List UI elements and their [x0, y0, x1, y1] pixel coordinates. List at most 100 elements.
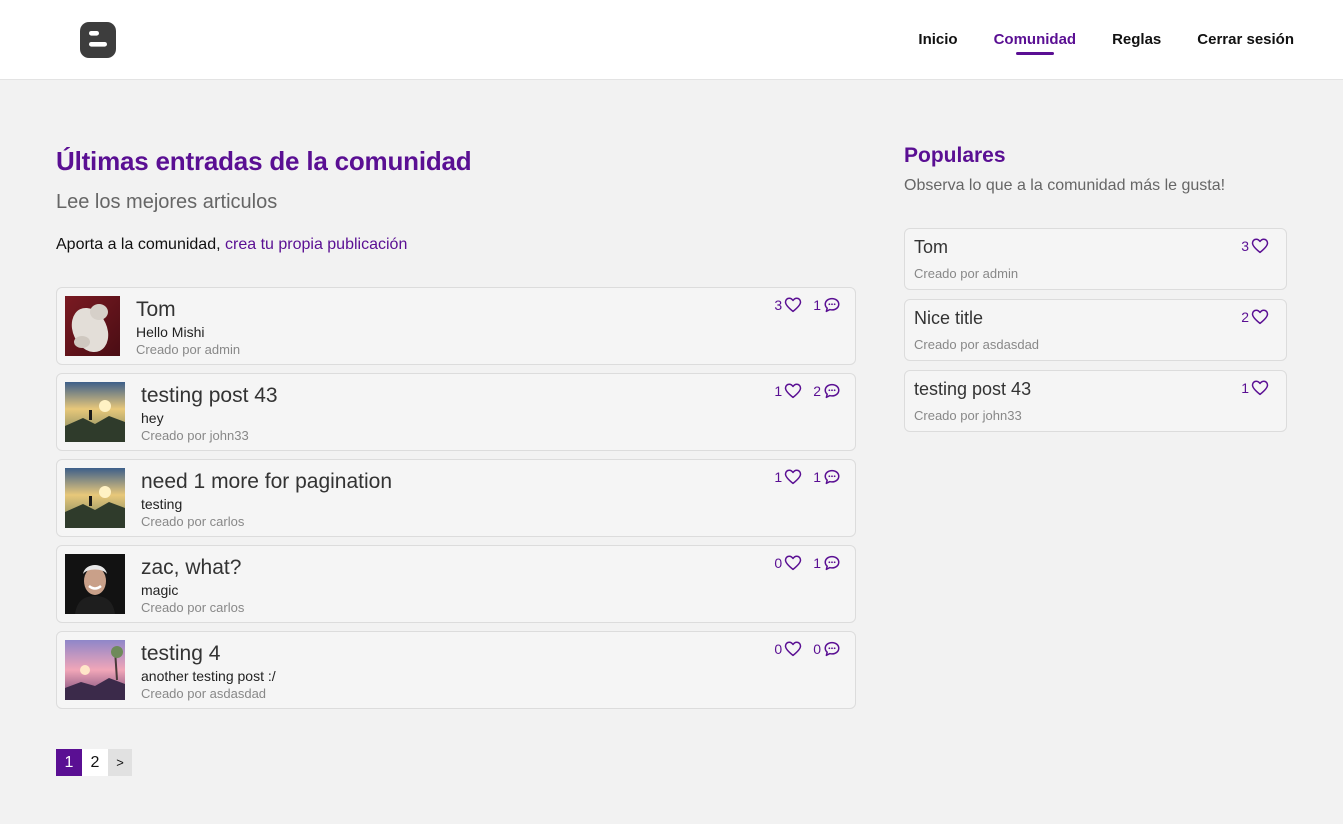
comments-stat[interactable]: 1: [813, 554, 841, 572]
popular-sidebar: Populares Observa lo que a la comunidad …: [904, 144, 1287, 441]
heart-icon: [784, 554, 802, 572]
post-thumbnail: [65, 382, 125, 442]
likes-count: 3: [774, 297, 783, 313]
likes-stat[interactable]: 0: [774, 554, 802, 572]
post-description: magic: [141, 582, 179, 598]
comments-count: 1: [813, 469, 821, 485]
popular-item-author: Creado por admin: [914, 266, 1019, 281]
post-card[interactable]: testing post 43 hey Creado por john33 1 …: [56, 373, 856, 451]
create-post-link[interactable]: crea tu propia publicación: [225, 236, 407, 253]
popular-likes[interactable]: 1: [1241, 379, 1269, 397]
comment-icon: [823, 468, 841, 486]
sidebar-subtitle: Observa lo que a la comunidad más le gus…: [904, 177, 1226, 194]
popular-item[interactable]: Tom Creado por admin 3: [904, 228, 1287, 290]
post-list: Tom Hello Mishi Creado por admin 3 1 tes…: [56, 287, 856, 709]
heart-icon: [784, 296, 802, 314]
post-content: zac, what? magic Creado por carlos: [141, 556, 244, 615]
likes-stat[interactable]: 0: [774, 640, 802, 658]
likes-count: 1: [774, 383, 783, 399]
likes-stat[interactable]: 1: [774, 382, 802, 400]
heart-icon: [784, 468, 802, 486]
nav-item-reglas[interactable]: Reglas: [1112, 31, 1161, 48]
post-title[interactable]: zac, what?: [141, 556, 244, 580]
comment-icon: [823, 554, 841, 572]
page-button-1[interactable]: 1: [56, 749, 82, 776]
contribute-text: Aporta a la comunidad,: [56, 236, 221, 253]
likes-count: 0: [774, 641, 783, 657]
comments-stat[interactable]: 2: [813, 382, 841, 400]
likes-count: 3: [1241, 238, 1249, 254]
post-title[interactable]: testing 4: [141, 642, 276, 666]
post-stats: 0 1: [774, 554, 841, 572]
post-content: testing 4 another testing post :/ Creado…: [141, 642, 276, 701]
post-author: Creado por asdasdad: [141, 686, 267, 701]
comments-count: 1: [813, 555, 821, 571]
likes-stat[interactable]: 3: [774, 296, 802, 314]
likes-stat[interactable]: 1: [774, 468, 802, 486]
post-card[interactable]: need 1 more for pagination testing Cread…: [56, 459, 856, 537]
comments-count: 0: [813, 641, 821, 657]
likes-count: 0: [774, 555, 783, 571]
post-title[interactable]: testing post 43: [141, 384, 278, 408]
heart-icon: [1251, 379, 1269, 397]
likes-count: 1: [1241, 380, 1249, 396]
next-page-button[interactable]: >: [108, 749, 132, 776]
comment-icon: [823, 296, 841, 314]
post-stats: 3 1: [774, 296, 841, 314]
post-description: hey: [141, 410, 164, 426]
post-card[interactable]: Tom Hello Mishi Creado por admin 3 1: [56, 287, 856, 365]
popular-likes[interactable]: 3: [1241, 237, 1269, 255]
post-content: testing post 43 hey Creado por john33: [141, 384, 278, 443]
likes-count: 1: [774, 469, 783, 485]
comment-icon: [823, 382, 841, 400]
post-thumbnail: [65, 554, 125, 614]
heart-icon: [1251, 308, 1269, 326]
popular-item[interactable]: Nice title Creado por asdasdad 2: [904, 299, 1287, 361]
post-stats: 0 0: [774, 640, 841, 658]
page-subtitle: Lee los mejores articulos: [56, 191, 278, 213]
popular-item-author: Creado por john33: [914, 408, 1022, 423]
popular-item-title[interactable]: Tom: [914, 237, 948, 258]
popular-list: Tom Creado por admin 3 Nice title Creado…: [904, 228, 1287, 432]
page-button-2[interactable]: 2: [82, 749, 108, 776]
nav-item-inicio[interactable]: Inicio: [918, 31, 957, 48]
post-title[interactable]: Tom: [136, 298, 240, 322]
nav-item-cerrar-sesion[interactable]: Cerrar sesión: [1197, 31, 1294, 48]
page-title: Últimas entradas de la comunidad: [56, 146, 472, 176]
post-card[interactable]: testing 4 another testing post :/ Creado…: [56, 631, 856, 709]
post-author: Creado por carlos: [141, 600, 245, 615]
contribute-line: Aporta a la comunidad, crea tu propia pu…: [56, 236, 856, 254]
latest-posts-section: Últimas entradas de la comunidad Lee los…: [56, 146, 856, 717]
popular-item-title[interactable]: Nice title: [914, 308, 983, 329]
post-thumbnail: [65, 468, 125, 528]
sidebar-title: Populares: [904, 144, 1006, 167]
post-content: Tom Hello Mishi Creado por admin: [136, 298, 240, 357]
comments-stat[interactable]: 0: [813, 640, 841, 658]
post-stats: 1 2: [774, 382, 841, 400]
heart-icon: [784, 382, 802, 400]
popular-item-title[interactable]: testing post 43: [914, 379, 1031, 400]
nav-item-comunidad[interactable]: Comunidad: [994, 31, 1076, 55]
comments-count: 1: [813, 297, 821, 313]
post-author: Creado por carlos: [141, 514, 245, 529]
popular-item-author: Creado por asdasdad: [914, 337, 1040, 352]
post-description: Hello Mishi: [136, 324, 205, 340]
comments-stat[interactable]: 1: [813, 296, 841, 314]
post-content: need 1 more for pagination testing Cread…: [141, 470, 392, 529]
heart-icon: [784, 640, 802, 658]
post-author: Creado por admin: [136, 342, 241, 357]
post-card[interactable]: zac, what? magic Creado por carlos 0 1: [56, 545, 856, 623]
post-thumbnail: [65, 640, 125, 700]
comment-icon: [823, 640, 841, 658]
popular-likes[interactable]: 2: [1241, 308, 1269, 326]
likes-count: 2: [1241, 309, 1249, 325]
post-stats: 1 1: [774, 468, 841, 486]
popular-item[interactable]: testing post 43 Creado por john33 1: [904, 370, 1287, 432]
comments-stat[interactable]: 1: [813, 468, 841, 486]
blogger-logo-icon[interactable]: [80, 22, 116, 58]
post-description: another testing post :/: [141, 668, 276, 684]
post-thumbnail: [65, 296, 120, 356]
top-navigation-bar: Inicio Comunidad Reglas Cerrar sesión: [0, 0, 1343, 80]
post-title[interactable]: need 1 more for pagination: [141, 470, 392, 494]
post-author: Creado por john33: [141, 428, 249, 443]
